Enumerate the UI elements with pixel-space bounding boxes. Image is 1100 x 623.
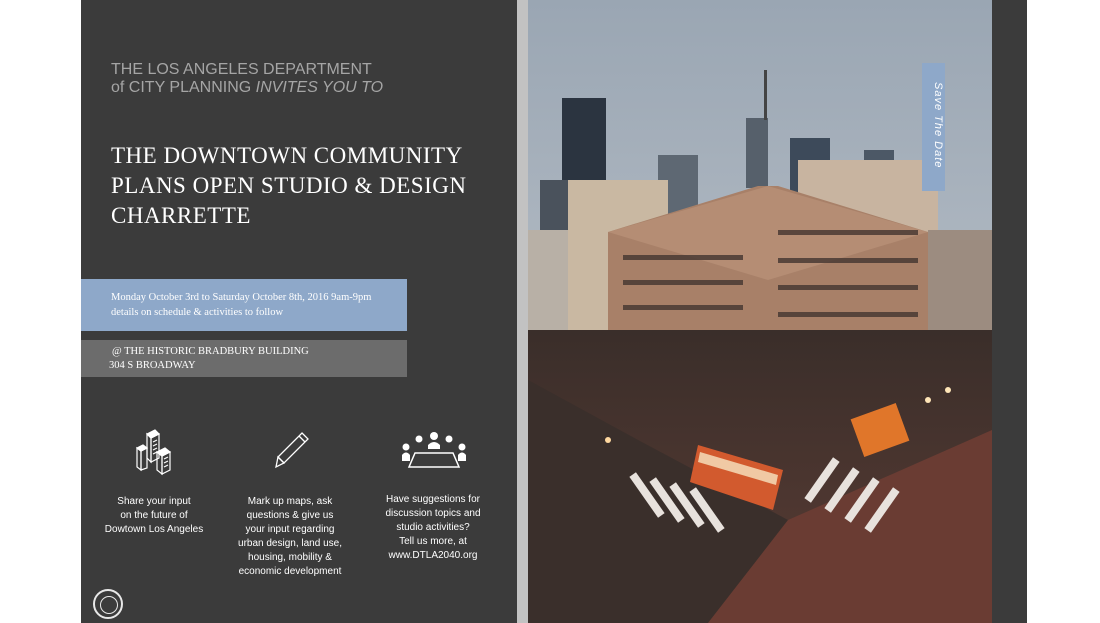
meeting-table-icon	[402, 432, 466, 468]
right-strip	[992, 0, 1027, 623]
department-line1: THE LOS ANGELES DEPARTMENT	[111, 61, 372, 78]
info-panel: THE LOS ANGELES DEPARTMENT of CITY PLANN…	[81, 0, 517, 623]
department-heading: THE LOS ANGELES DEPARTMENT of CITY PLANN…	[111, 61, 383, 97]
venue-banner: @ THE HISTORIC BRADBURY BUILDING 304 S B…	[81, 340, 407, 377]
date-banner: Monday October 3rd to Saturday October 8…	[81, 279, 407, 331]
venue-name: @ THE HISTORIC BRADBURY BUILDING	[112, 346, 309, 357]
title-line: CHARRETTE	[111, 203, 251, 228]
buildings-icon	[135, 429, 172, 476]
divider-bar	[517, 0, 528, 623]
venue-address: 304 S BROADWAY	[109, 360, 196, 371]
save-the-date-label: Save The Date	[932, 82, 944, 169]
feature-caption: Share your input on the future of Dowtow…	[104, 496, 204, 535]
department-name: of CITY PLANNING	[111, 79, 256, 96]
pencil-icon	[275, 432, 309, 469]
feature-caption: Mark up maps, ask questions & give us yo…	[238, 496, 342, 577]
date-line: Monday October 3rd to Saturday October 8…	[111, 292, 372, 303]
department-line2: of CITY PLANNING INVITES YOU TO	[111, 79, 383, 97]
city-seal-logo	[93, 589, 123, 619]
event-title: THE DOWNTOWN COMMUNITY PLANS OPEN STUDIO…	[111, 141, 501, 231]
invites-text: INVITES YOU TO	[255, 79, 384, 96]
flyer: THE LOS ANGELES DEPARTMENT of CITY PLANN…	[81, 0, 1027, 623]
title-line: THE DOWNTOWN COMMUNITY	[111, 143, 463, 168]
title-line: PLANS OPEN STUDIO & DESIGN	[111, 173, 467, 198]
schedule-note: details on schedule & activities to foll…	[111, 307, 284, 318]
feature-caption: Have suggestions for discussion topics a…	[385, 494, 481, 561]
